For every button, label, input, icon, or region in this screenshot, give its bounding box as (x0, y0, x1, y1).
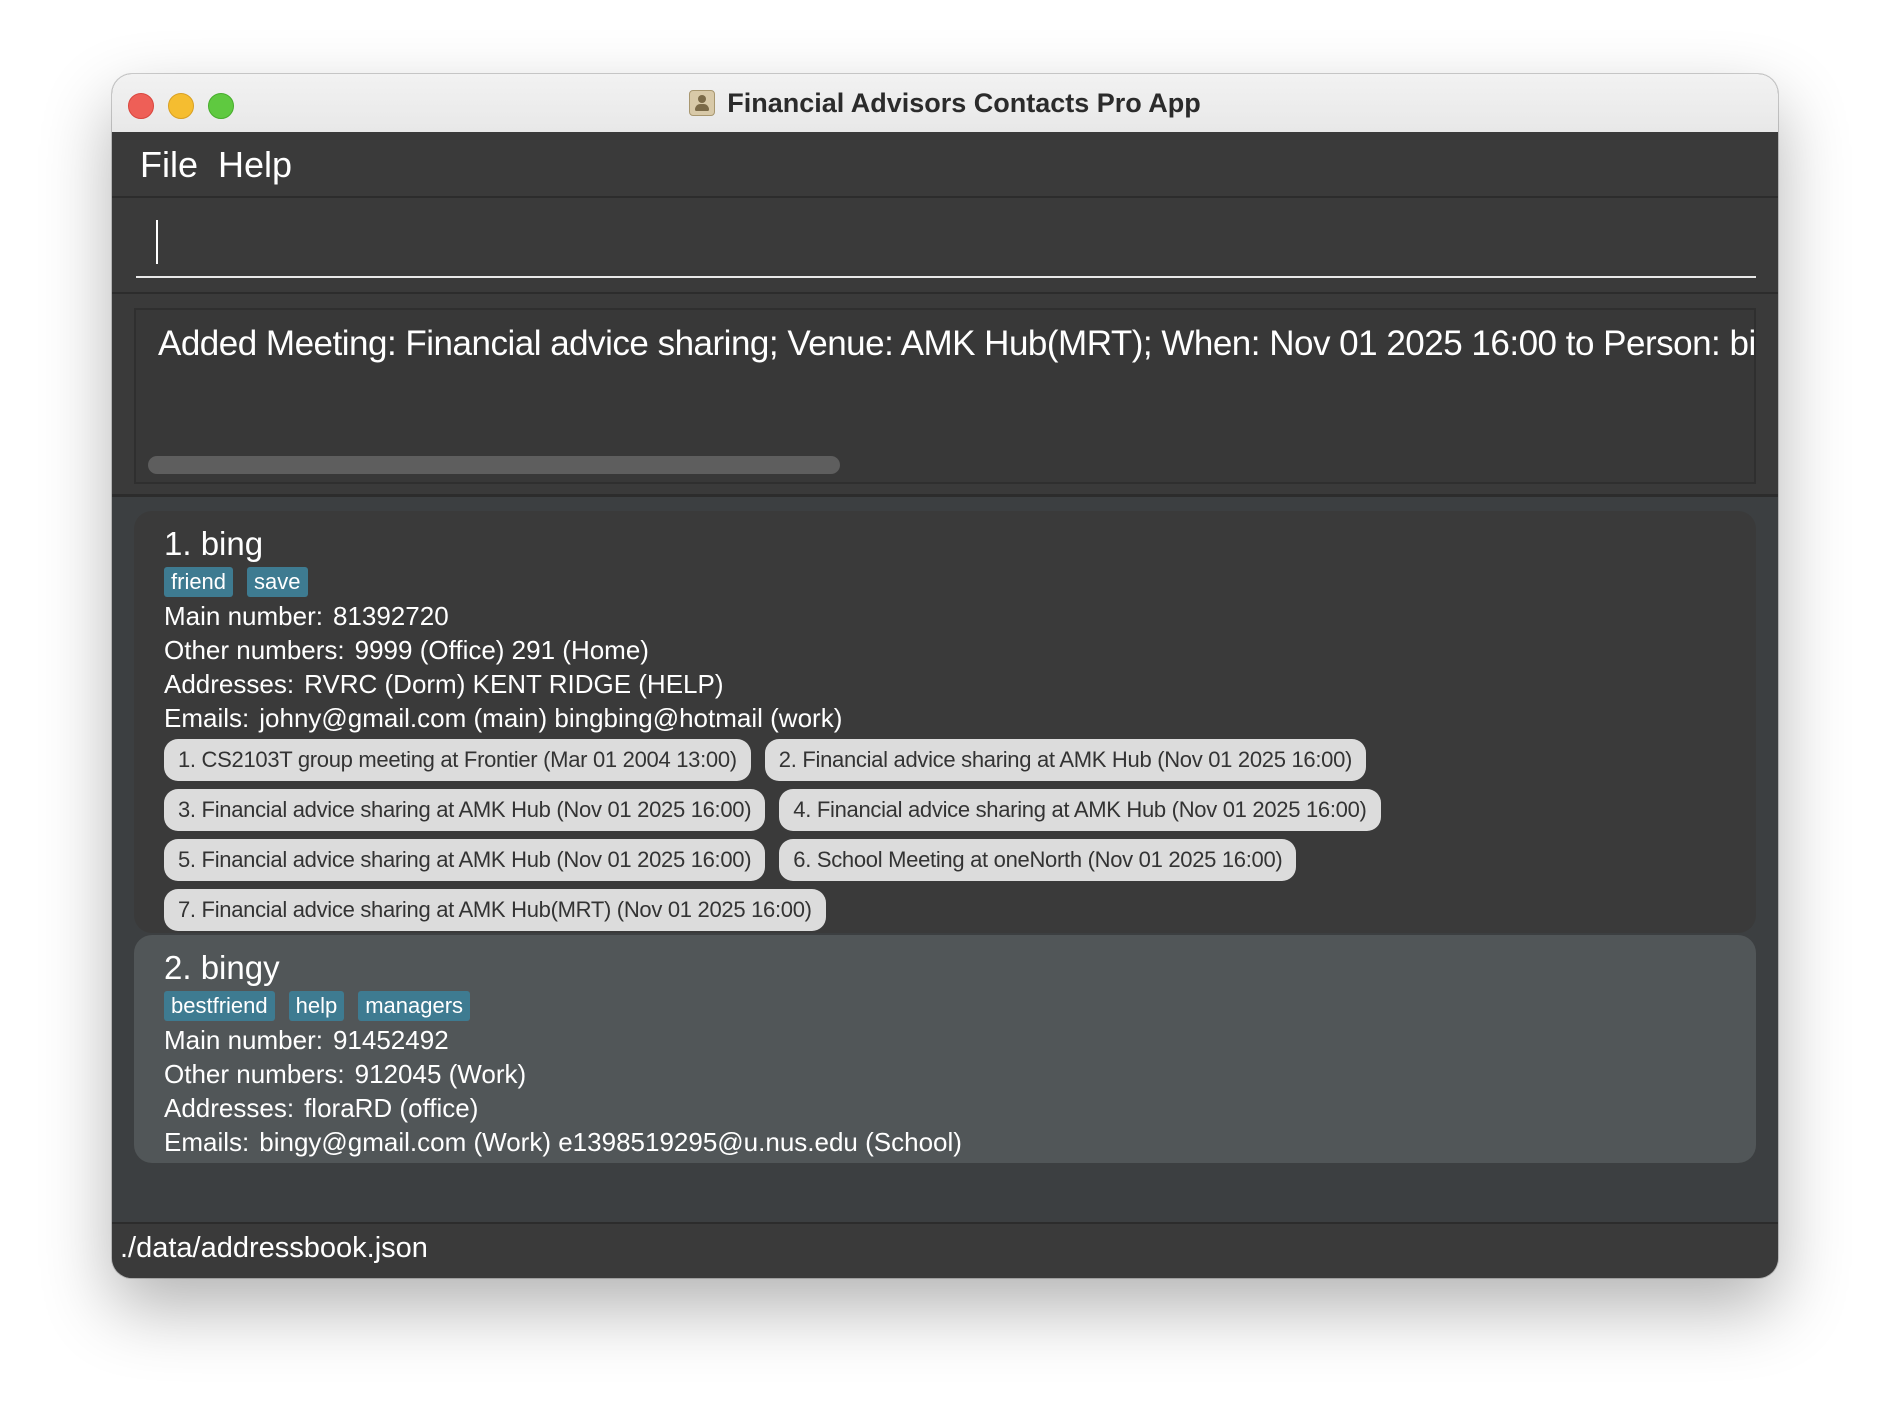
person-card-selected[interactable]: 2. bingy bestfriend help managers Main n… (134, 935, 1756, 1163)
addresses-row: Addresses: floraRD (office) (164, 1091, 1726, 1125)
person-card[interactable]: 1. bing friend save Main number: 81392720… (134, 511, 1756, 933)
title-bar: Financial Advisors Contacts Pro App (112, 74, 1778, 133)
main-number-row: Main number: 81392720 (164, 599, 1726, 633)
other-numbers-row: Other numbers: 9999 (Office) 291 (Home) (164, 633, 1726, 667)
meeting-chip: 3. Financial advice sharing at AMK Hub (… (164, 789, 766, 831)
main-number-label: Main number: (164, 601, 323, 631)
other-numbers-value: 912045 (Work) (354, 1059, 527, 1089)
menu-bar: File Help (112, 132, 1778, 198)
other-numbers-value: 9999 (Office) 291 (Home) (354, 635, 649, 665)
meeting-chip: 5. Financial advice sharing at AMK Hub (… (164, 839, 766, 881)
addresses-label: Addresses: (164, 1093, 295, 1123)
emails-row: Emails: johny@gmail.com (main) bingbing@h… (164, 701, 1726, 735)
emails-value: bingy@gmail.com (Work) e1398519295@u.nus… (259, 1127, 962, 1157)
window-title: Financial Advisors Contacts Pro App (727, 87, 1201, 118)
horizontal-scrollbar[interactable] (148, 456, 840, 474)
command-box-area (112, 198, 1778, 294)
person-list[interactable]: 1. bing friend save Main number: 81392720… (112, 497, 1778, 1223)
addresses-label: Addresses: (164, 669, 295, 699)
emails-value: johny@gmail.com (main) bingbing@hotmail … (259, 703, 843, 733)
tag-list: bestfriend help managers (164, 991, 1726, 1021)
text-caret (156, 220, 158, 264)
emails-label: Emails: (164, 1127, 250, 1157)
other-numbers-label: Other numbers: (164, 635, 345, 665)
main-number-value: 81392720 (332, 601, 449, 631)
meeting-chip: 1. CS2103T group meeting at Frontier (Ma… (164, 739, 751, 781)
save-file-path: ./data/addressbook.json (120, 1232, 428, 1264)
result-message: Added Meeting: Financial advice sharing;… (158, 324, 1756, 363)
emails-row: Emails: bingy@gmail.com (Work) e139851929… (164, 1125, 1726, 1159)
menu-file[interactable]: File (136, 144, 202, 186)
addresses-value: RVRC (Dorm) KENT RIDGE (HELP) (304, 669, 724, 699)
main-number-label: Main number: (164, 1025, 323, 1055)
tag: managers (358, 991, 471, 1021)
menu-help[interactable]: Help (214, 144, 296, 186)
app-window: Financial Advisors Contacts Pro App File… (112, 74, 1778, 1278)
meeting-chip: 4. Financial advice sharing at AMK Hub (… (779, 789, 1381, 831)
tag: help (288, 991, 345, 1021)
main-number-row: Main number: 91452492 (164, 1023, 1726, 1057)
tag: friend (164, 567, 234, 597)
meeting-list: 1. CS2103T group meeting at Frontier (Ma… (164, 739, 1404, 931)
result-display[interactable]: Added Meeting: Financial advice sharing;… (134, 308, 1756, 484)
tag: save (247, 567, 308, 597)
status-bar: ./data/addressbook.json (112, 1222, 1778, 1278)
addresses-value: floraRD (office) (304, 1093, 479, 1123)
addresses-row: Addresses: RVRC (Dorm) KENT RIDGE (HELP) (164, 667, 1726, 701)
emails-label: Emails: (164, 703, 250, 733)
other-numbers-row: Other numbers: 912045 (Work) (164, 1057, 1726, 1091)
result-display-area: Added Meeting: Financial advice sharing;… (112, 294, 1778, 497)
title-wrap: Financial Advisors Contacts Pro App (112, 74, 1778, 132)
meeting-chip: 2. Financial advice sharing at AMK Hub (… (764, 739, 1367, 781)
meeting-chip: 7. Financial advice sharing at AMK Hub(M… (164, 889, 826, 931)
meeting-chip: 6. School Meeting at oneNorth (Nov 01 20… (779, 839, 1297, 881)
other-numbers-label: Other numbers: (164, 1059, 345, 1089)
contact-card-icon (689, 90, 716, 116)
person-name: 2. bingy (164, 949, 280, 986)
tag-list: friend save (164, 567, 1726, 597)
main-number-value: 91452492 (332, 1025, 449, 1055)
command-input[interactable] (136, 216, 1756, 278)
person-name: 1. bing (164, 525, 264, 562)
tag: bestfriend (164, 991, 275, 1021)
